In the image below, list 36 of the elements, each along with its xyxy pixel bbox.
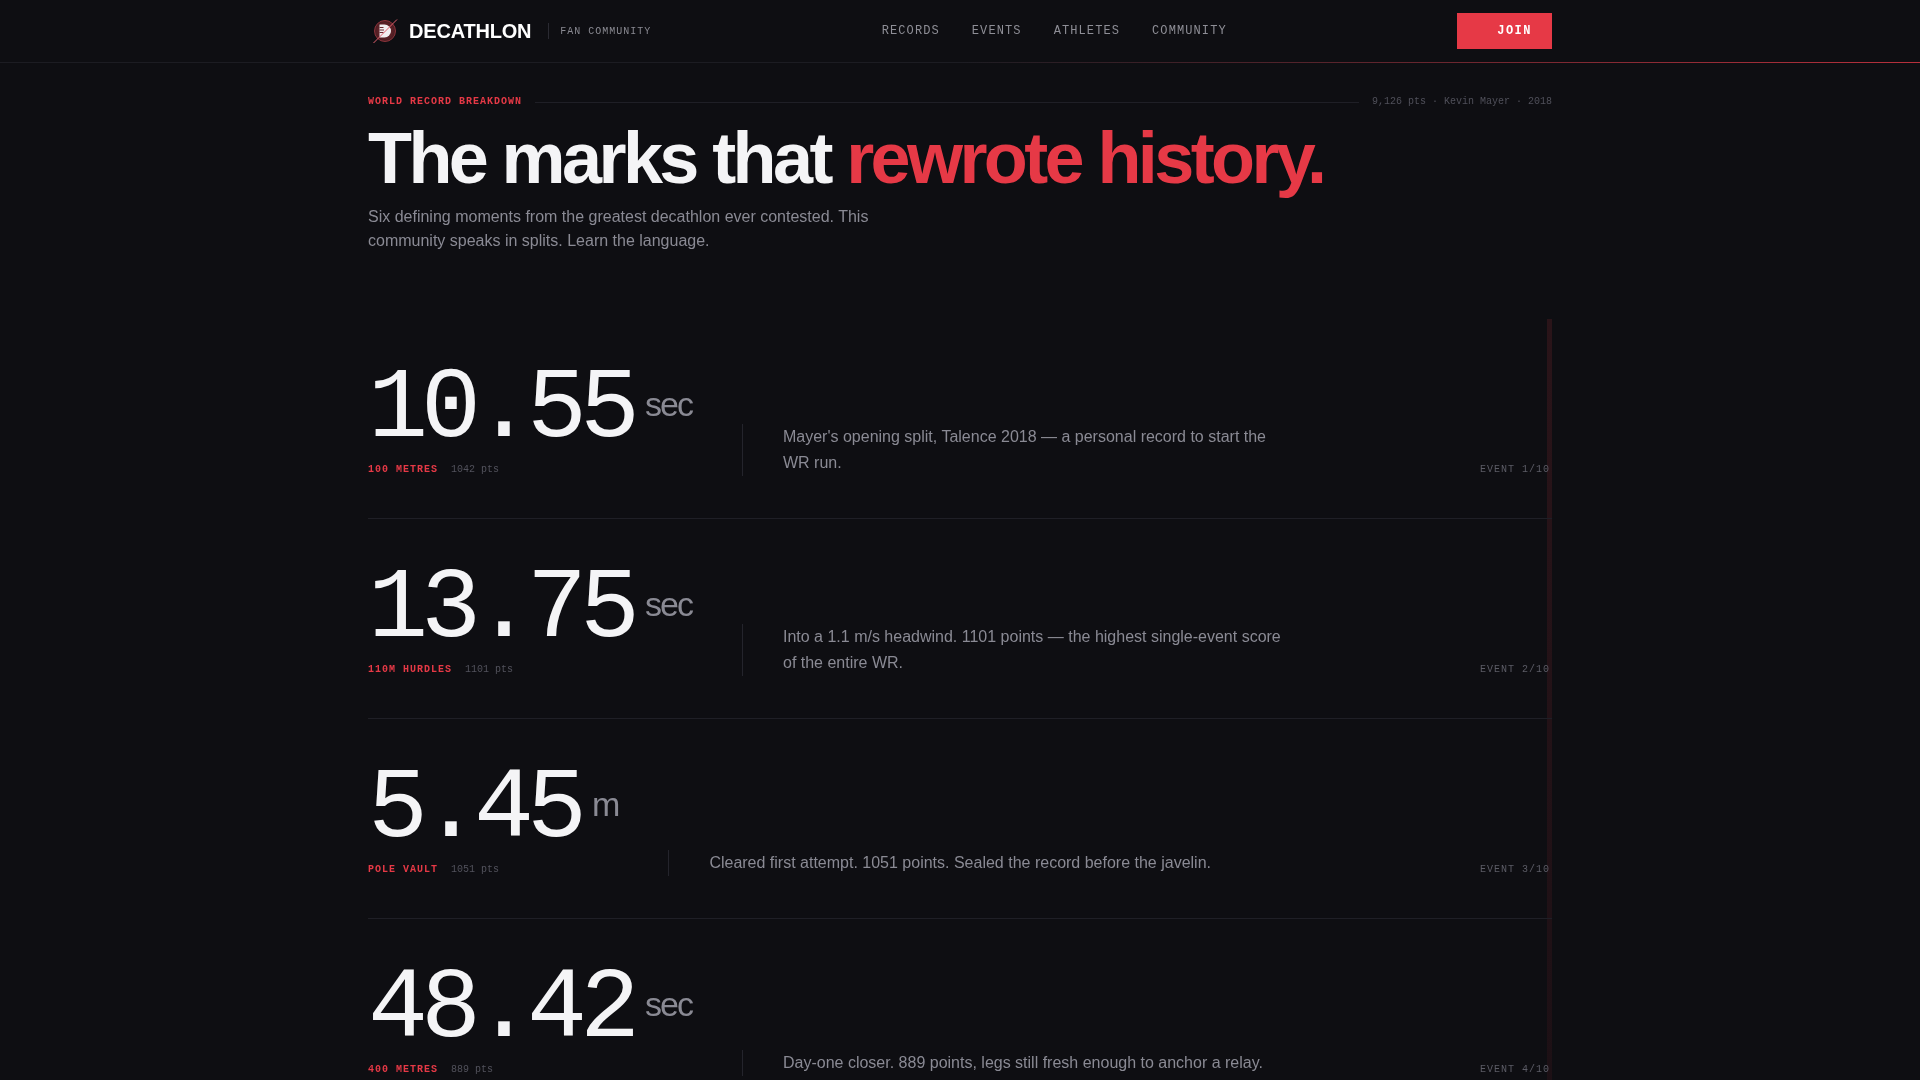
- record-value: 48.42: [368, 960, 635, 1061]
- event-counter: EVENT 1/10: [1480, 464, 1550, 477]
- record-description: Day-one closer. 889 points, legs still fresh enough to anchor a relay.: [742, 1050, 1263, 1077]
- unit-label: sec: [645, 987, 692, 1022]
- points-label: 1101 pts: [465, 664, 514, 677]
- nav-link[interactable]: ATHLETES: [1053, 24, 1121, 38]
- nav-link[interactable]: EVENTS: [971, 24, 1022, 38]
- points-label: 1042 pts: [451, 464, 500, 477]
- event-name: POLE VAULT: [368, 864, 438, 877]
- brand-tagline: FAN COMMUNITY: [560, 25, 652, 37]
- event-name: 400 METRES: [368, 1064, 438, 1077]
- event-name: 100 METRES: [368, 464, 438, 477]
- event-counter: EVENT 4/10: [1480, 1064, 1550, 1077]
- section-label: WORLD RECORD BREAKDOWN: [368, 95, 523, 109]
- record-value: 10.55: [368, 360, 635, 461]
- record-description: Mayer's opening split, Talence 2018 — a personal record to start the WR run.: [742, 424, 1290, 477]
- brand-name: DECATHLON: [409, 19, 532, 43]
- nav-link[interactable]: RECORDS: [881, 24, 940, 38]
- points-label: 1051 pts: [451, 864, 500, 877]
- event-counter: EVENT 3/10: [1480, 864, 1550, 877]
- record-value: 5.45: [368, 760, 582, 861]
- nav-link[interactable]: COMMUNITY: [1152, 24, 1227, 38]
- record-description: Cleared first attempt. 1051 points. Sealed the record before the javelin.: [668, 850, 1211, 877]
- intro-paragraph: Six defining moments from the greatest decathlon ever contested. This community speaks in splits. Learn the language.: [368, 207, 870, 252]
- event-counter: EVENT 2/10: [1480, 664, 1550, 677]
- unit-label: m: [592, 787, 619, 822]
- join-button[interactable]: JOIN: [1457, 13, 1552, 49]
- logo-icon[interactable]: [372, 18, 398, 44]
- record-meta: 9,126 pts · Kevin Mayer · 2018: [1371, 95, 1552, 109]
- record-value: 13.75: [368, 560, 635, 661]
- event-name: 110M HURDLES: [368, 664, 452, 677]
- unit-label: sec: [645, 587, 692, 622]
- points-label: 889 pts: [451, 1064, 494, 1077]
- unit-label: sec: [645, 387, 692, 422]
- page-heading: The marks that rewrote history.: [368, 119, 1325, 199]
- record-description: Into a 1.1 m/s headwind. 1101 points — the highest single-event score of the entire WR.: [742, 624, 1290, 677]
